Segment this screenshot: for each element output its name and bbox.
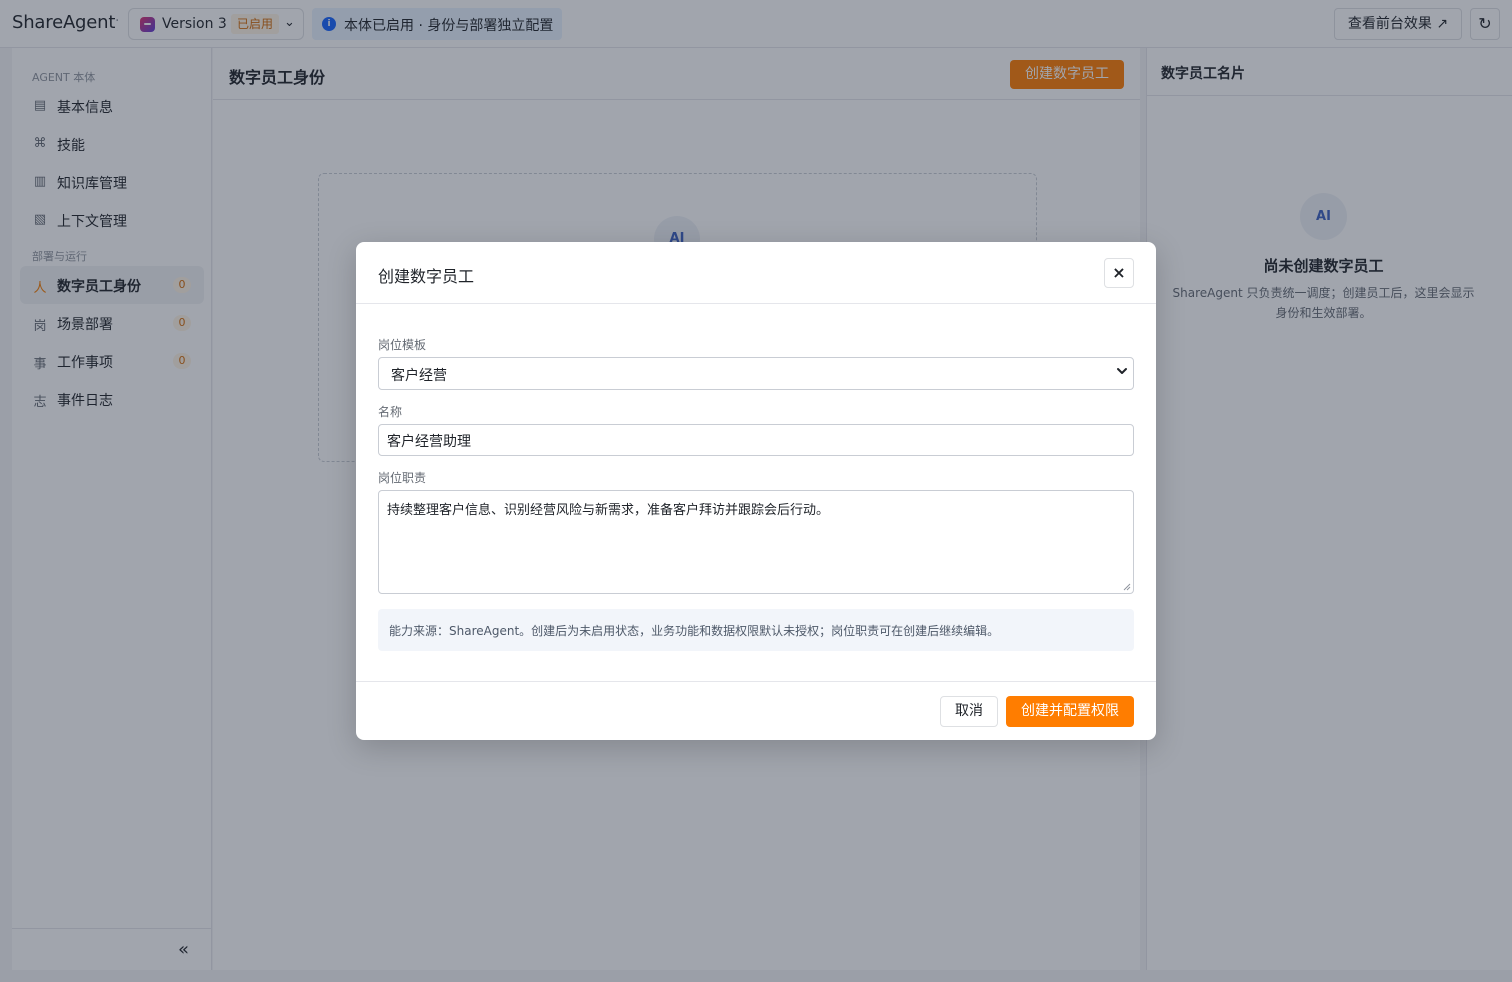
dialog-title: 创建数字员工 bbox=[378, 267, 475, 286]
name-input[interactable]: 客户经营助理 bbox=[378, 424, 1134, 456]
template-select[interactable]: 客户经营 bbox=[378, 357, 1134, 390]
template-label: 岗位模板 bbox=[378, 338, 427, 352]
create-employee-dialog: 创建数字员工 × 岗位模板 客户经营 名称 客户经营助理 岗位职责 持续整理客户… bbox=[356, 242, 1156, 740]
capability-notice: 能力来源：ShareAgent。创建后为未启用状态，业务功能和数据权限默认未授权… bbox=[378, 609, 1134, 651]
duty-label: 岗位职责 bbox=[378, 471, 427, 485]
resize-handle-icon[interactable] bbox=[1123, 583, 1131, 591]
template-selected-value: 客户经营 bbox=[391, 368, 447, 384]
dialog-footer: 取消 创建并配置权限 bbox=[356, 681, 1156, 740]
name-input-value: 客户经营助理 bbox=[387, 434, 471, 450]
notice-text: 能力来源：ShareAgent。创建后为未启用状态，业务功能和数据权限默认未授权… bbox=[389, 624, 1000, 638]
close-icon[interactable]: × bbox=[1104, 258, 1134, 288]
cancel-button[interactable]: 取消 bbox=[940, 696, 998, 727]
duty-textarea[interactable]: 持续整理客户信息、识别经营风险与新需求，准备客户拜访并跟踪会后行动。 bbox=[378, 490, 1134, 594]
chevron-down-icon bbox=[1117, 368, 1127, 374]
duty-textarea-value: 持续整理客户信息、识别经营风险与新需求，准备客户拜访并跟踪会后行动。 bbox=[387, 503, 830, 518]
name-label: 名称 bbox=[378, 405, 403, 419]
create-and-configure-button[interactable]: 创建并配置权限 bbox=[1006, 696, 1134, 727]
dialog-header: 创建数字员工 × bbox=[356, 242, 1156, 304]
